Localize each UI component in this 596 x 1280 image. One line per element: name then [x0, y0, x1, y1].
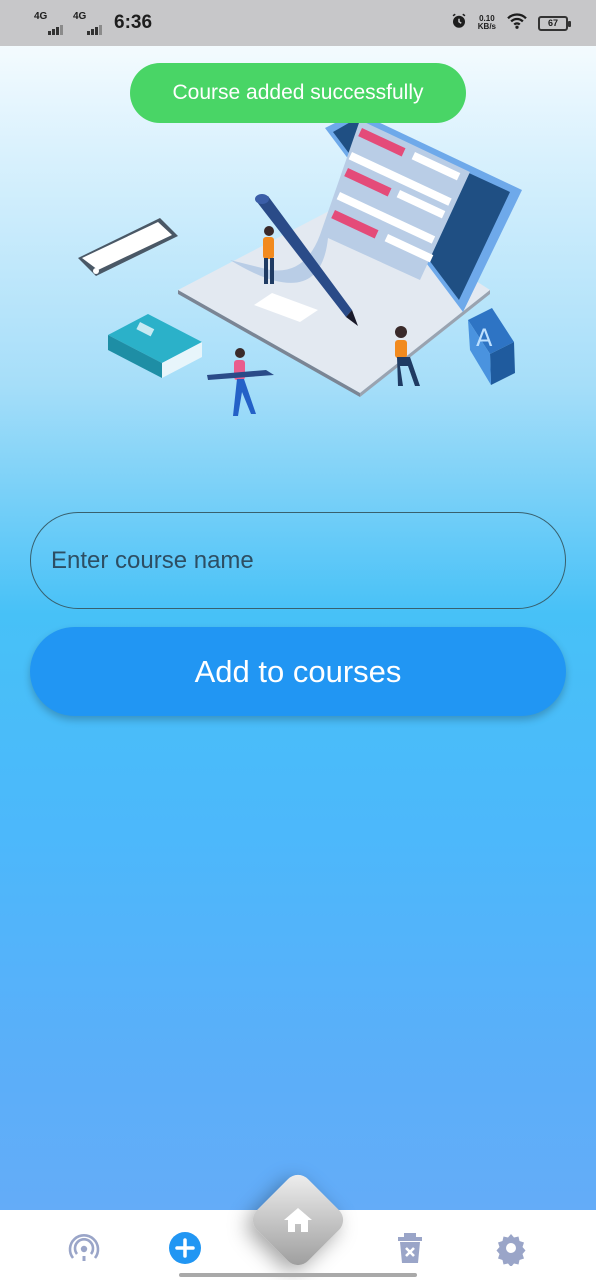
signal-bars-icon: [48, 25, 63, 35]
sim2-network-type: 4G: [73, 11, 87, 22]
success-toast: Course added successfully: [130, 63, 466, 123]
battery-level: 67: [547, 18, 558, 28]
status-bar: 4G 4G 6:36 0.10 KB/s 67: [0, 0, 596, 46]
status-bar-left: 4G 4G 6:36: [34, 11, 152, 35]
wifi-icon: [506, 12, 528, 35]
podcast-icon[interactable]: [64, 1228, 104, 1268]
network-speed: 0.10 KB/s: [478, 15, 496, 31]
sim2-signal: 4G: [73, 11, 102, 35]
letter-block-illustration: A: [468, 308, 515, 385]
education-illustration: A: [78, 112, 522, 416]
alarm-icon: [450, 12, 468, 35]
svg-text:A: A: [476, 324, 493, 352]
add-circle-icon[interactable]: [165, 1228, 205, 1268]
add-to-courses-button[interactable]: Add to courses: [30, 627, 566, 716]
status-bar-right: 0.10 KB/s 67: [450, 12, 571, 35]
delete-icon[interactable]: [390, 1228, 430, 1268]
sim1-signal: 4G: [34, 11, 63, 35]
toast-message: Course added successfully: [172, 81, 424, 104]
course-name-input[interactable]: [30, 512, 566, 609]
settings-icon[interactable]: [491, 1228, 531, 1268]
signal-bars-icon: [87, 25, 102, 35]
home-icon: [284, 1208, 312, 1232]
phone-illustration: [78, 218, 178, 276]
gesture-bar[interactable]: [179, 1273, 417, 1277]
battery-icon: 67: [538, 15, 571, 31]
book-illustration: [108, 314, 202, 378]
sim1-network-type: 4G: [34, 11, 48, 22]
person-illustration: [207, 348, 274, 416]
clock: 6:36: [114, 12, 153, 33]
network-speed-unit: KB/s: [477, 22, 496, 31]
